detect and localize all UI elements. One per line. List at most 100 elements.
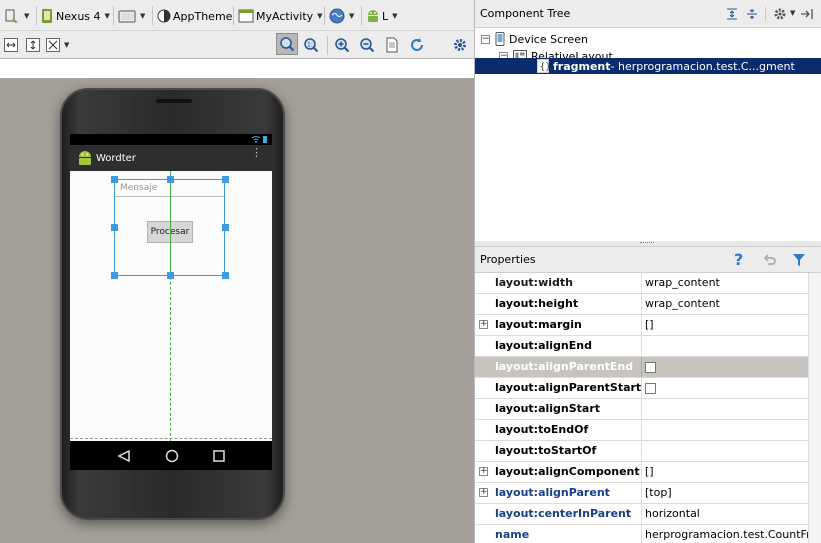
gear-icon	[454, 39, 466, 51]
resize-handle-bottom-left[interactable]	[111, 272, 118, 279]
property-value[interactable]: wrap_content	[641, 273, 808, 293]
android-icon	[368, 10, 378, 22]
property-value[interactable]: []	[641, 315, 808, 335]
property-checkbox[interactable]	[645, 382, 656, 394]
expand-toggle[interactable]: +	[479, 488, 488, 497]
refresh-icon	[411, 38, 423, 51]
locale-dropdown[interactable]: ▼	[329, 5, 354, 27]
property-value[interactable]: wrap_content	[641, 294, 808, 314]
resize-handle-top-left[interactable]	[111, 176, 118, 183]
overflow-menu-icon[interactable]: ⋮	[251, 147, 262, 158]
tree-node-label: Device Screen	[509, 32, 588, 46]
filter-icon[interactable]	[792, 253, 806, 267]
property-row-selected[interactable]: layout:alignParentEnd	[475, 357, 808, 378]
property-name: layout:alignParentStart	[495, 381, 642, 394]
side-panels: Component Tree ▼ − Device Screen − Relat…	[474, 0, 821, 543]
undo-icon[interactable]	[763, 253, 777, 267]
property-row[interactable]: layout:height wrap_content	[475, 294, 808, 315]
property-value[interactable]: []	[641, 462, 808, 482]
fragment-icon: {}	[537, 59, 549, 73]
property-value[interactable]: herprogramacion.test.CountFr...	[641, 525, 808, 543]
fit-icon	[46, 38, 60, 52]
zoom-out-button[interactable]	[359, 34, 375, 56]
tree-node-device-screen[interactable]: − Device Screen	[481, 31, 588, 47]
device-selector[interactable]: Nexus 4 ▼	[40, 5, 110, 27]
zoom-actual-icon: 1:1	[304, 38, 319, 53]
zoom-out-icon	[360, 38, 375, 53]
property-row[interactable]: + layout:alignParent [top]	[475, 483, 808, 504]
resize-handle-bottom[interactable]	[167, 272, 174, 279]
property-name: layout:alignEnd	[495, 339, 592, 352]
device-screen[interactable]: Wordter ⋮ Mensaje Procesar	[70, 134, 272, 470]
expand-all-icon[interactable]	[726, 8, 738, 20]
resize-handle-right[interactable]	[222, 224, 229, 231]
help-icon[interactable]: ?	[734, 250, 743, 269]
activity-selector[interactable]: MyActivity ▼	[238, 5, 323, 27]
actual-size-button[interactable]: 1:1	[303, 34, 319, 56]
hide-panel-icon[interactable]	[800, 8, 814, 20]
property-name: layout:centerInParent	[495, 507, 632, 520]
screenshot-button[interactable]	[385, 34, 399, 56]
tree-node-fragment[interactable]: {} fragment - herprogramacion.test.C...g…	[475, 58, 821, 74]
resize-handle-bottom-right[interactable]	[222, 272, 229, 279]
property-row[interactable]: layout:alignParentStart	[475, 378, 808, 399]
property-name: layout:toStartOf	[495, 444, 597, 457]
property-row[interactable]: layout:centerInParent horizontal	[475, 504, 808, 525]
property-value[interactable]	[641, 420, 808, 440]
expand-toggle[interactable]: +	[479, 467, 488, 476]
property-row[interactable]: name herprogramacion.test.CountFr...	[475, 525, 808, 543]
zoom-fit-icon	[280, 37, 295, 52]
property-row[interactable]: layout:toStartOf	[475, 441, 808, 462]
globe-icon	[329, 8, 345, 24]
activity-content[interactable]: Mensaje Procesar	[70, 171, 272, 441]
properties-header: Properties ?	[475, 246, 821, 273]
expand-toggle[interactable]: +	[479, 320, 488, 329]
layout-bottom-edge	[70, 438, 272, 439]
tree-node-detail: - herprogramacion.test.C...gment	[610, 59, 795, 73]
api-level-selector[interactable]: L ▼	[366, 5, 398, 27]
anchor-line	[170, 171, 171, 276]
collapse-all-icon[interactable]	[746, 8, 758, 20]
back-icon[interactable]	[117, 449, 131, 462]
orientation-dropdown[interactable]: ▼	[118, 5, 145, 27]
property-checkbox[interactable]	[645, 361, 656, 373]
property-name: layout:width	[495, 276, 573, 289]
properties-scrollbar[interactable]	[808, 273, 821, 543]
property-value[interactable]	[641, 441, 808, 461]
api-level: L	[382, 9, 389, 23]
property-row[interactable]: + layout:margin []	[475, 315, 808, 336]
designer-settings-button[interactable]	[452, 34, 468, 56]
wifi-battery-icon	[251, 136, 267, 143]
theme-icon	[157, 9, 171, 23]
zoom-in-button[interactable]	[334, 34, 350, 56]
resize-handle-left[interactable]	[111, 224, 118, 231]
expand-horizontal-icon	[4, 38, 18, 52]
recents-icon[interactable]	[213, 449, 225, 462]
collapse-toggle[interactable]: −	[481, 34, 490, 44]
zoom-to-fit-button[interactable]	[276, 33, 298, 55]
property-value[interactable]: horizontal	[641, 504, 808, 524]
property-row[interactable]: layout:alignStart	[475, 399, 808, 420]
resize-handle-top-right[interactable]	[222, 176, 229, 183]
property-value[interactable]	[641, 336, 808, 356]
property-value[interactable]	[641, 399, 808, 419]
palette-dropdown[interactable]: ▼	[4, 5, 29, 27]
property-row[interactable]: layout:width wrap_content	[475, 273, 808, 294]
property-row[interactable]: + layout:alignComponent []	[475, 462, 808, 483]
toggle-width-button[interactable]	[4, 34, 18, 56]
gear-dropdown-caret[interactable]: ▼	[790, 9, 795, 17]
speaker-grille	[156, 99, 192, 103]
zoom-toolbar: ▼ 1:1	[0, 31, 474, 59]
theme-selector[interactable]: AppTheme	[157, 5, 232, 27]
toggle-height-button[interactable]	[26, 34, 40, 56]
home-icon[interactable]	[165, 449, 179, 463]
gear-icon[interactable]	[773, 7, 787, 21]
refresh-button[interactable]	[409, 34, 425, 56]
property-value[interactable]: [top]	[641, 483, 808, 503]
property-name: layout:alignStart	[495, 402, 601, 415]
layout-actions-dropdown[interactable]: ▼	[46, 34, 69, 56]
resize-handle-top[interactable]	[167, 176, 174, 183]
property-row[interactable]: layout:toEndOf	[475, 420, 808, 441]
activity-icon	[238, 9, 254, 23]
property-row[interactable]: layout:alignEnd	[475, 336, 808, 357]
